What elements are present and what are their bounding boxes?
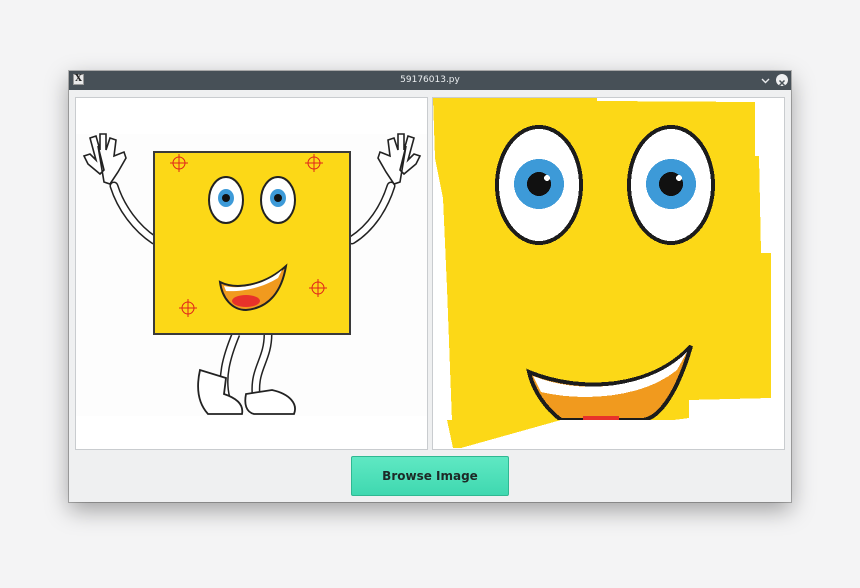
title-bar[interactable]: X 59176013.py [69, 71, 791, 90]
window-title: 59176013.py [400, 75, 460, 85]
warped-image-panel [432, 97, 785, 450]
close-icon [778, 79, 786, 87]
minimize-chevron-icon[interactable] [760, 75, 771, 86]
original-image-panel[interactable] [75, 97, 428, 450]
browse-image-button[interactable]: Browse Image [351, 456, 509, 496]
app-window: X 59176013.py Browse Image [69, 71, 791, 502]
warped-cartoon-image [433, 98, 784, 449]
close-button[interactable] [776, 74, 788, 87]
original-cartoon-image[interactable] [76, 98, 428, 450]
